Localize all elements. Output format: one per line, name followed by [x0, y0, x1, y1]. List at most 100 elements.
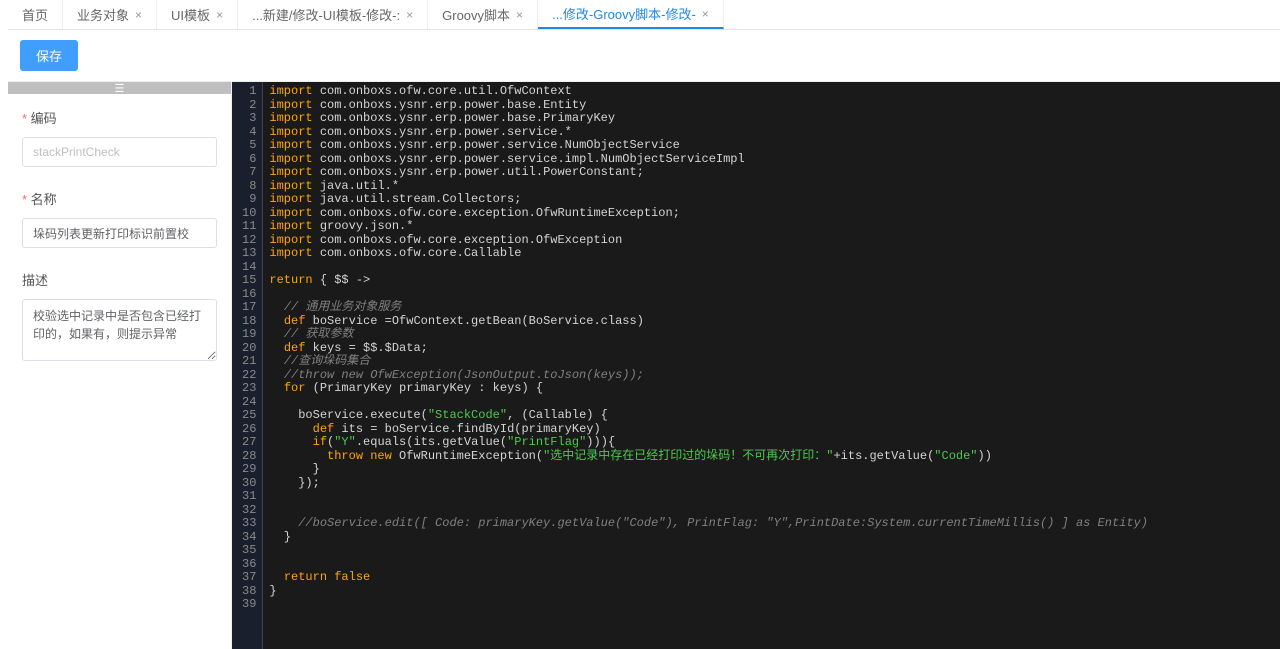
- line-number: 3: [242, 112, 256, 126]
- toolbar: 保存: [8, 30, 1280, 82]
- tab-3[interactable]: ...新建/修改-UI模板-修改-: ×: [238, 0, 428, 29]
- code-line: // 获取参数: [269, 328, 1280, 342]
- line-number: 11: [242, 220, 256, 234]
- line-number: 22: [242, 369, 256, 383]
- line-number: 20: [242, 342, 256, 356]
- close-icon[interactable]: ×: [516, 8, 523, 22]
- line-number: 36: [242, 558, 256, 572]
- code-line: [269, 288, 1280, 302]
- tab-label: ...新建/修改-UI模板-修改-:: [252, 5, 400, 24]
- line-number: 7: [242, 166, 256, 180]
- save-button[interactable]: 保存: [20, 40, 78, 71]
- code-line: [269, 544, 1280, 558]
- tab-5[interactable]: ...修改-Groovy脚本-修改- ×: [538, 0, 724, 29]
- line-number: 5: [242, 139, 256, 153]
- code-line: def keys = $$.$Data;: [269, 342, 1280, 356]
- code-line: [269, 558, 1280, 572]
- code-line: def boService =OfwContext.getBean(BoServ…: [269, 315, 1280, 329]
- line-number: 6: [242, 153, 256, 167]
- line-number: 17: [242, 301, 256, 315]
- code-line: import com.onboxs.ofw.core.exception.Ofw…: [269, 234, 1280, 248]
- code-line: import com.onboxs.ysnr.erp.power.service…: [269, 139, 1280, 153]
- line-number: 37: [242, 571, 256, 585]
- tab-label: 业务对象: [77, 5, 129, 24]
- code-line: [269, 261, 1280, 275]
- tab-2[interactable]: UI模板 ×: [157, 0, 238, 29]
- code-line: }: [269, 585, 1280, 599]
- code-line: [269, 490, 1280, 504]
- tab-label: 首页: [22, 5, 48, 24]
- line-number: 26: [242, 423, 256, 437]
- line-number: 9: [242, 193, 256, 207]
- line-number: 15: [242, 274, 256, 288]
- code-line: //boService.edit([ Code: primaryKey.getV…: [269, 517, 1280, 531]
- code-line: if("Y".equals(its.getValue("PrintFlag"))…: [269, 436, 1280, 450]
- close-icon[interactable]: ×: [702, 7, 709, 21]
- line-number: 32: [242, 504, 256, 518]
- line-number: 8: [242, 180, 256, 194]
- line-number: 12: [242, 234, 256, 248]
- sidebar-collapse-handle[interactable]: ☰: [8, 82, 231, 94]
- line-number: 4: [242, 126, 256, 140]
- tab-label: UI模板: [171, 5, 210, 24]
- line-number: 28: [242, 450, 256, 464]
- form-sidebar: ☰ 编码 名称 描述: [8, 82, 232, 649]
- code-line: }: [269, 463, 1280, 477]
- code-line: import com.onboxs.ysnr.erp.power.service…: [269, 153, 1280, 167]
- line-number: 35: [242, 544, 256, 558]
- tab-label: ...修改-Groovy脚本-修改-: [552, 4, 696, 23]
- line-number: 18: [242, 315, 256, 329]
- code-line: [269, 396, 1280, 410]
- close-icon[interactable]: ×: [216, 8, 223, 22]
- tab-bar: 首页 业务对象 × UI模板 × ...新建/修改-UI模板-修改-: × Groovy脚本 ×…: [8, 0, 1280, 30]
- code-line: });: [269, 477, 1280, 491]
- name-label: 名称: [22, 189, 217, 208]
- code-line: //throw new OfwException(JsonOutput.toJs…: [269, 369, 1280, 383]
- code-label: 编码: [22, 108, 217, 127]
- line-number: 23: [242, 382, 256, 396]
- editor-gutter: 1234567891011121314151617181920212223242…: [232, 82, 263, 649]
- line-number: 25: [242, 409, 256, 423]
- tab-0[interactable]: 首页: [8, 0, 63, 29]
- line-number: 29: [242, 463, 256, 477]
- code-line: import com.onboxs.ysnr.erp.power.service…: [269, 126, 1280, 140]
- line-number: 13: [242, 247, 256, 261]
- tab-4[interactable]: Groovy脚本 ×: [428, 0, 538, 29]
- code-line: import com.onboxs.ysnr.erp.power.base.Pr…: [269, 112, 1280, 126]
- line-number: 39: [242, 598, 256, 612]
- tab-label: Groovy脚本: [442, 5, 510, 24]
- line-number: 33: [242, 517, 256, 531]
- close-icon[interactable]: ×: [406, 8, 413, 22]
- name-input[interactable]: [22, 218, 217, 248]
- code-line: [269, 504, 1280, 518]
- code-line: //查询垛码集合: [269, 355, 1280, 369]
- line-number: 24: [242, 396, 256, 410]
- line-number: 34: [242, 531, 256, 545]
- desc-textarea[interactable]: [22, 299, 217, 361]
- line-number: 14: [242, 261, 256, 275]
- close-icon[interactable]: ×: [135, 8, 142, 22]
- line-number: 10: [242, 207, 256, 221]
- editor-code[interactable]: import com.onboxs.ofw.core.util.OfwConte…: [263, 82, 1280, 649]
- line-number: 38: [242, 585, 256, 599]
- code-line: import com.onboxs.ysnr.erp.power.base.En…: [269, 99, 1280, 113]
- code-line: return false: [269, 571, 1280, 585]
- code-line: import com.onboxs.ofw.core.exception.Ofw…: [269, 207, 1280, 221]
- desc-label: 描述: [22, 270, 217, 289]
- code-line: import com.onboxs.ofw.core.util.OfwConte…: [269, 85, 1280, 99]
- code-line: for (PrimaryKey primaryKey : keys) {: [269, 382, 1280, 396]
- line-number: 16: [242, 288, 256, 302]
- code-line: import java.util.*: [269, 180, 1280, 194]
- code-editor[interactable]: 1234567891011121314151617181920212223242…: [232, 82, 1280, 649]
- tab-1[interactable]: 业务对象 ×: [63, 0, 157, 29]
- code-line: import com.onboxs.ysnr.erp.power.util.Po…: [269, 166, 1280, 180]
- code-input[interactable]: [22, 137, 217, 167]
- code-line: }: [269, 531, 1280, 545]
- code-line: import com.onboxs.ofw.core.Callable: [269, 247, 1280, 261]
- code-line: import java.util.stream.Collectors;: [269, 193, 1280, 207]
- code-line: def its = boService.findById(primaryKey): [269, 423, 1280, 437]
- line-number: 2: [242, 99, 256, 113]
- line-number: 1: [242, 85, 256, 99]
- line-number: 31: [242, 490, 256, 504]
- code-line: boService.execute("StackCode", (Callable…: [269, 409, 1280, 423]
